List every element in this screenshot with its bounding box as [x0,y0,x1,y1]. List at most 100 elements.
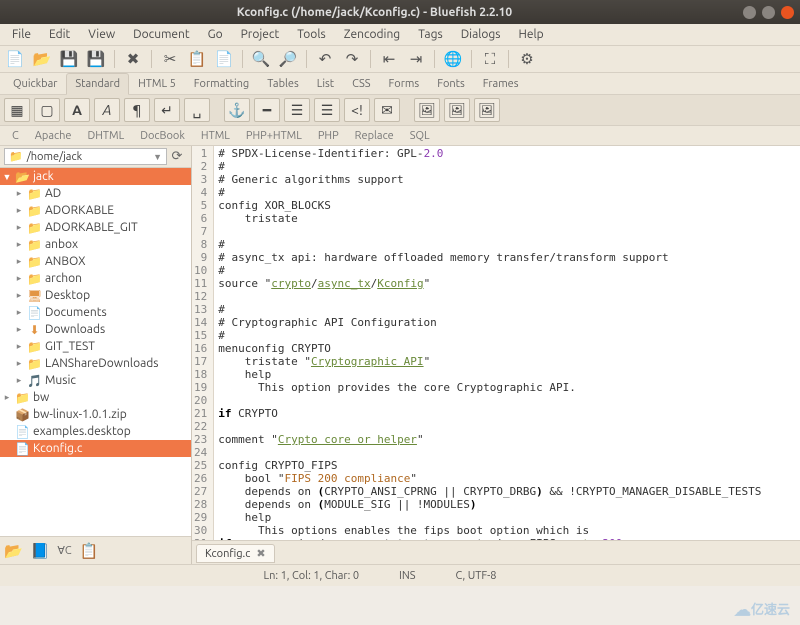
paragraph-icon[interactable]: ¶ [124,98,150,122]
close-button[interactable] [781,6,794,19]
menu-project[interactable]: Project [233,26,288,43]
preferences-icon[interactable]: ⚙ [516,48,538,70]
tree-item[interactable]: ▸📁ADORKABLE [0,202,191,219]
thumbnail-icon[interactable]: 🖼 [444,98,470,122]
path-combo[interactable]: 📁 /home/jack ▼ [4,148,167,165]
refresh-icon[interactable]: ⟳ [167,149,187,164]
code-area[interactable]: # SPDX-License-Identifier: GPL-2.0 # # G… [214,146,800,540]
cat-tab-css[interactable]: CSS [343,73,379,95]
italic-icon[interactable]: A [94,98,120,122]
tree-item[interactable]: ▸🖥Desktop [0,287,191,304]
tree-item[interactable]: ▸🎵Music [0,372,191,389]
lang-tab-c[interactable]: C [4,128,27,144]
center-icon[interactable]: ☰ [284,98,310,122]
browser-icon[interactable]: 🌐 [442,48,464,70]
lang-tab-sql[interactable]: SQL [402,128,438,144]
separator [214,98,220,122]
tree-item[interactable]: 📄examples.desktop [0,423,191,440]
tree-item[interactable]: ▸📄Documents [0,304,191,321]
menu-help[interactable]: Help [511,26,552,43]
find-replace-icon[interactable]: 🔎 [277,48,299,70]
menu-view[interactable]: View [80,26,123,43]
paste-icon[interactable]: 📄 [213,48,235,70]
menu-file[interactable]: File [4,26,39,43]
menu-zencoding[interactable]: Zencoding [336,26,409,43]
cat-tab-formatting[interactable]: Formatting [185,73,258,95]
tree-item[interactable]: ▸📁archon [0,270,191,287]
nbsp-icon[interactable]: ␣ [184,98,210,122]
files-panel-icon[interactable]: 📂 [4,542,23,560]
lang-tab-php[interactable]: PHP [310,128,347,144]
tree-item[interactable]: ▸📁AD [0,185,191,202]
minimize-button[interactable] [743,6,756,19]
close-tab-icon[interactable]: ✖ [256,547,265,560]
code-editor[interactable]: 1 2 3 4 5 6 7 8 9 10 11 12 13 14 15 16 1… [192,146,800,540]
tree-item[interactable]: ▸⬇Downloads [0,321,191,338]
fullscreen-icon[interactable]: ⛶ [479,48,501,70]
charmap-panel-icon[interactable]: ∀C [57,544,71,557]
cat-tab-frames[interactable]: Frames [474,73,528,95]
body-icon[interactable]: ▢ [34,98,60,122]
lang-tab-html[interactable]: HTML [193,128,238,144]
watermark: ☁亿速云 [734,599,790,621]
multi-thumb-icon[interactable]: 🖼 [474,98,500,122]
find-icon[interactable]: 🔍 [250,48,272,70]
cat-tab-tables[interactable]: Tables [258,73,308,95]
tab-label: Kconfig.c [205,548,250,560]
cut-icon[interactable]: ✂ [159,48,181,70]
right-icon[interactable]: ☰ [314,98,340,122]
image-icon[interactable]: 🖼 [414,98,440,122]
tree-item[interactable]: ▸📁bw [0,389,191,406]
snippets-panel-icon[interactable]: 📋 [80,542,99,560]
main-toolbar: 📄 📂 💾 💾 ✖ ✂ 📋 📄 🔍 🔎 ↶ ↷ ⇤ ⇥ 🌐 ⛶ ⚙ [0,46,800,73]
break-icon[interactable]: ↵ [154,98,180,122]
editor-tab[interactable]: Kconfig.c ✖ [196,544,275,563]
hrule-icon[interactable]: ━ [254,98,280,122]
new-file-icon[interactable]: 📄 [4,48,26,70]
copy-icon[interactable]: 📋 [186,48,208,70]
lang-tab-apache[interactable]: Apache [27,128,80,144]
lang-tab-replace[interactable]: Replace [347,128,402,144]
redo-icon[interactable]: ↷ [341,48,363,70]
tree-item[interactable]: ▸📁LANShareDownloads [0,355,191,372]
menu-go[interactable]: Go [200,26,231,43]
tree-item[interactable]: ▸📁anbox [0,236,191,253]
save-as-icon[interactable]: 💾 [85,48,107,70]
quickstart-icon[interactable]: ▦ [4,98,30,122]
tree-item[interactable]: ▸📁ADORKABLE_GIT [0,219,191,236]
lang-tab-dhtml[interactable]: DHTML [79,128,132,144]
statusbar: Ln: 1, Col: 1, Char: 0 INS C, UTF-8 [0,564,800,586]
menu-tools[interactable]: Tools [289,26,334,43]
indent-more-icon[interactable]: ⇥ [405,48,427,70]
cat-tab-fonts[interactable]: Fonts [428,73,474,95]
tree-item[interactable]: ▸📁ANBOX [0,253,191,270]
lang-tab-php+html[interactable]: PHP+HTML [238,128,310,144]
bookmarks-panel-icon[interactable]: 📘 [31,542,50,560]
open-file-icon[interactable]: 📂 [31,48,53,70]
close-doc-icon[interactable]: ✖ [122,48,144,70]
path-bar: 📁 /home/jack ▼ ⟳ [0,146,191,168]
email-icon[interactable]: ✉ [374,98,400,122]
cat-tab-standard[interactable]: Standard [66,73,129,95]
lang-tab-docbook[interactable]: DocBook [132,128,193,144]
indent-less-icon[interactable]: ⇤ [378,48,400,70]
tree-item[interactable]: ▼📂jack [0,168,191,185]
cat-tab-html-5[interactable]: HTML 5 [129,73,185,95]
tree-item[interactable]: 📦bw-linux-1.0.1.zip [0,406,191,423]
language-tabs: CApacheDHTMLDocBookHTMLPHP+HTMLPHPReplac… [0,126,800,146]
save-icon[interactable]: 💾 [58,48,80,70]
bold-icon[interactable]: A [64,98,90,122]
cat-tab-list[interactable]: List [308,73,343,95]
menu-tags[interactable]: Tags [410,26,450,43]
anchor-icon[interactable]: ⚓ [224,98,250,122]
comment-icon[interactable]: <! [344,98,370,122]
menu-document[interactable]: Document [125,26,197,43]
menu-dialogs[interactable]: Dialogs [453,26,509,43]
menu-edit[interactable]: Edit [41,26,78,43]
undo-icon[interactable]: ↶ [314,48,336,70]
cat-tab-forms[interactable]: Forms [380,73,429,95]
cat-tab-quickbar[interactable]: Quickbar [4,73,66,95]
maximize-button[interactable] [762,6,775,19]
tree-item[interactable]: 📄Kconfig.c [0,440,191,457]
tree-item[interactable]: ▸📁GIT_TEST [0,338,191,355]
